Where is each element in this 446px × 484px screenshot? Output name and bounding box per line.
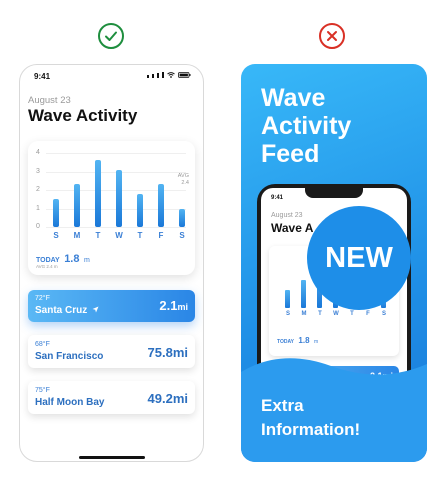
y-tick-label: 1 — [36, 204, 40, 212]
location-card-santa-cruz[interactable]: 72°F Santa Cruz 2.1mi — [28, 290, 195, 322]
mini-chart-bar — [285, 290, 290, 308]
status-icons — [147, 72, 191, 78]
mini-chart-bar — [301, 280, 306, 308]
cross-icon — [319, 23, 345, 49]
page-title: Wave Activity — [28, 106, 138, 125]
x-tick-label: S — [179, 231, 185, 240]
location-temp: 72°F — [35, 295, 50, 302]
y-tick-label: 2 — [36, 186, 40, 193]
gridline — [46, 227, 186, 228]
wifi-icon — [167, 72, 175, 78]
chart-bar — [53, 199, 59, 227]
location-distance: 49.2mi — [147, 391, 188, 406]
location-card-half-moon-bay[interactable]: 75°F Half Moon Bay 49.2mi — [28, 381, 195, 414]
y-tick-label: 0 — [36, 223, 40, 230]
today-unit: m — [83, 257, 90, 264]
mini-x-tick-label: T — [350, 311, 354, 317]
x-tick-label: S — [53, 231, 59, 240]
mini-x-tick-label: M — [301, 311, 307, 317]
mini-status-time: 9:41 — [271, 195, 284, 201]
headline: Wave Activity Feed — [261, 84, 352, 168]
location-distance: 2.1mi — [159, 298, 188, 313]
chart-bar — [158, 184, 164, 227]
chart-bar — [116, 169, 122, 227]
location-distance: 75.8mi — [147, 345, 188, 360]
today-value: 1.8 — [64, 253, 80, 265]
location-card-san-francisco[interactable]: 68°F San Francisco 75.8mi — [28, 335, 195, 368]
location-temp: 75°F — [35, 387, 50, 394]
x-tick-label: W — [115, 231, 123, 240]
y-tick-label: 4 — [36, 149, 40, 156]
mini-x-tick-label: S — [381, 311, 386, 317]
mini-x-tick-label: F — [366, 311, 370, 317]
chart-bar — [95, 160, 101, 227]
date-label: August 23 — [28, 95, 71, 106]
today-label: TODAY — [36, 257, 60, 264]
x-tick-label: T — [95, 231, 101, 240]
check-icon — [98, 23, 124, 49]
mini-x-tick-label: W — [333, 311, 339, 317]
mini-x-tick-label: T — [318, 311, 322, 317]
location-name: Santa Cruz — [35, 305, 99, 316]
x-tick-label: T — [137, 231, 143, 240]
mini-date: August 23 — [271, 212, 303, 219]
today-average: AVG 2.4 m — [36, 264, 58, 269]
location-name: San Francisco — [35, 351, 104, 362]
mini-title: Wave A — [271, 221, 314, 235]
mini-x-tick-label: S — [285, 311, 290, 317]
footer-text: Extra Information! — [261, 396, 361, 439]
bad-example-card: Wave Activity Feed 9:41 August 23 Wave A… — [241, 64, 427, 462]
x-tick-label: M — [73, 231, 81, 240]
bar-chart: 0 1 2 3 4 S M T W T F S AVG 2.4 — [28, 141, 195, 251]
chart-bar — [74, 184, 80, 227]
good-example-phone: 9:41 August 23 Wave Activity 0 1 2 3 4 S M T W T F… — [19, 64, 204, 462]
location-temp: 68°F — [35, 341, 50, 348]
mini-notch — [305, 188, 363, 198]
mini-today: TODAY 1.8 m — [277, 336, 319, 345]
status-time: 9:41 — [34, 72, 51, 81]
x-tick-label: F — [158, 231, 164, 240]
average-label: AVG 2.4 — [177, 172, 189, 186]
chart-bar — [179, 208, 185, 227]
battery-icon — [178, 72, 191, 78]
gridline — [46, 153, 186, 154]
location-arrow-icon — [92, 306, 99, 313]
new-badge: NEW — [307, 206, 411, 310]
home-indicator[interactable] — [79, 456, 145, 459]
location-name: Half Moon Bay — [35, 397, 105, 408]
y-tick-label: 3 — [36, 167, 40, 175]
chart-bar — [137, 193, 143, 227]
activity-chart-card: 0 1 2 3 4 S M T W T F S AVG 2.4 TODAY 1.8 m AVG 2.4 m — [28, 141, 195, 275]
